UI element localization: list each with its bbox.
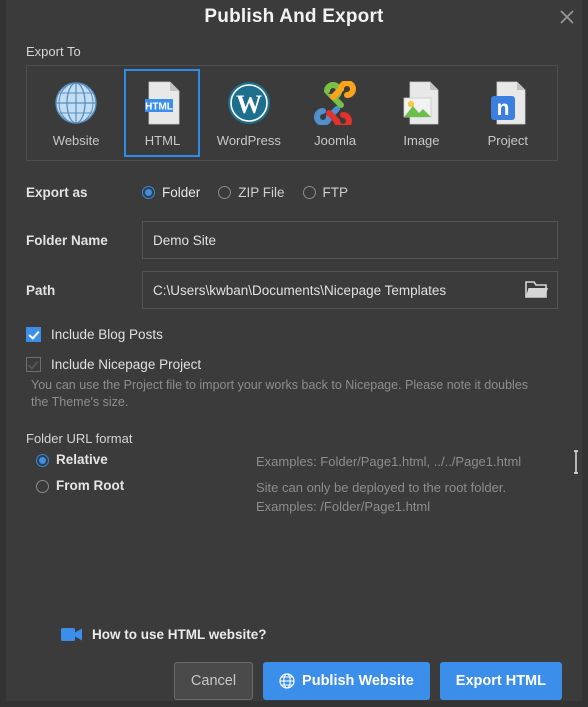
radio-indicator xyxy=(36,480,49,493)
svg-text:HTML: HTML xyxy=(146,102,174,113)
path-row: Path C:\Users\kwban\Documents\Nicepage T… xyxy=(26,271,558,309)
publish-website-label: Publish Website xyxy=(302,673,414,689)
path-label: Path xyxy=(26,282,56,298)
url-format-label: Relative xyxy=(56,452,108,467)
export-target-label: Image xyxy=(403,133,440,148)
radio-indicator xyxy=(218,185,232,199)
joomla-icon xyxy=(313,78,357,128)
nicepage-project-icon: n xyxy=(486,78,530,128)
mouse-cursor xyxy=(572,450,582,474)
export-target-project[interactable]: n Project xyxy=(470,69,546,157)
video-camera-icon xyxy=(61,627,83,642)
url-format-option-from-root[interactable]: From Root Site can only be deployed to t… xyxy=(36,478,558,516)
url-format-hint: Examples: Folder/Page1.html, ../../Page1… xyxy=(256,454,522,469)
export-as-label: Export as xyxy=(26,184,88,200)
radio-label: Folder xyxy=(162,184,201,200)
export-html-button[interactable]: Export HTML xyxy=(439,662,562,700)
export-target-html[interactable]: HTML HTML xyxy=(124,69,201,157)
close-icon[interactable] xyxy=(554,4,580,30)
url-format-option-relative[interactable]: Relative Examples: Folder/Page1.html, ..… xyxy=(36,452,558,471)
include-nicepage-project-hint: You can use the Project file to import y… xyxy=(31,378,529,409)
path-input[interactable]: C:\Users\kwban\Documents\Nicepage Templa… xyxy=(142,271,558,309)
url-format-hint-wrap: Site can only be deployed to the root fo… xyxy=(256,478,506,516)
svg-text:n: n xyxy=(496,97,509,120)
radio-indicator xyxy=(142,185,155,199)
radio-label: ZIP File xyxy=(238,184,285,200)
include-nicepage-project-row[interactable]: Include Nicepage Project xyxy=(26,357,558,372)
image-file-icon xyxy=(399,78,443,128)
dialog-button-bar: Cancel Publish Website Export HTML xyxy=(6,662,562,700)
export-target-label: Project xyxy=(487,133,529,148)
include-nicepage-project-label: Include Nicepage Project xyxy=(51,357,202,372)
globe-icon xyxy=(279,673,295,689)
export-to-tiles: Website HTML HTML W WordPress Joomla Ima… xyxy=(26,65,558,161)
export-as-option-zip[interactable]: ZIP File xyxy=(218,184,285,200)
radio-label: FTP xyxy=(322,184,349,200)
folder-name-label: Folder Name xyxy=(26,232,108,248)
include-nicepage-project-checkbox[interactable] xyxy=(26,357,41,372)
wordpress-icon: W xyxy=(227,78,271,128)
radio-indicator xyxy=(36,454,49,467)
radio-indicator xyxy=(302,185,316,199)
url-format-hint-line2: Examples: /Folder/Page1.html xyxy=(256,499,431,514)
folder-open-icon[interactable] xyxy=(525,279,549,301)
export-as-row: Export as Folder ZIP File FTP xyxy=(26,181,558,203)
export-to-label: Export To xyxy=(26,44,81,59)
publish-and-export-dialog: Publish And Export Export To Website HTM… xyxy=(0,0,588,707)
include-blog-posts-row[interactable]: Include Blog Posts xyxy=(26,327,558,342)
export-target-website[interactable]: Website xyxy=(38,69,114,157)
url-format-label: From Root xyxy=(56,478,125,493)
export-target-image[interactable]: Image xyxy=(383,69,459,157)
folder-url-format-label: Folder URL format xyxy=(26,431,133,446)
folder-name-value: Demo Site xyxy=(153,232,217,248)
dialog-titlebar: Publish And Export xyxy=(6,0,582,34)
url-format-hint-line1: Site can only be deployed to the root fo… xyxy=(256,480,507,495)
export-target-label: WordPress xyxy=(216,133,281,148)
path-value: C:\Users\kwban\Documents\Nicepage Templa… xyxy=(153,282,447,298)
export-as-option-ftp[interactable]: FTP xyxy=(302,184,349,200)
folder-name-row: Folder Name Demo Site xyxy=(26,221,558,259)
how-to-use-link[interactable]: How to use HTML website? xyxy=(61,627,582,642)
include-blog-posts-checkbox[interactable] xyxy=(26,327,41,342)
export-target-label: Joomla xyxy=(314,133,357,148)
include-blog-posts-label: Include Blog Posts xyxy=(51,327,163,342)
folder-url-format-group: Relative Examples: Folder/Page1.html, ..… xyxy=(36,452,558,516)
cancel-button[interactable]: Cancel xyxy=(173,662,254,700)
export-target-label: Website xyxy=(52,133,100,148)
export-as-radio-group: Folder ZIP File FTP xyxy=(142,185,366,200)
publish-website-button[interactable]: Publish Website xyxy=(263,662,430,700)
svg-text:W: W xyxy=(236,90,262,119)
export-target-wordpress[interactable]: W WordPress xyxy=(211,69,287,157)
how-to-use-label: How to use HTML website? xyxy=(92,627,267,642)
export-as-option-folder[interactable]: Folder xyxy=(142,185,200,200)
export-target-label: HTML xyxy=(144,133,181,148)
dialog-title: Publish And Export xyxy=(204,6,384,27)
export-target-joomla[interactable]: Joomla xyxy=(297,69,373,157)
html-file-icon: HTML xyxy=(140,78,184,128)
folder-name-input[interactable]: Demo Site xyxy=(142,221,558,259)
globe-icon xyxy=(54,78,98,128)
